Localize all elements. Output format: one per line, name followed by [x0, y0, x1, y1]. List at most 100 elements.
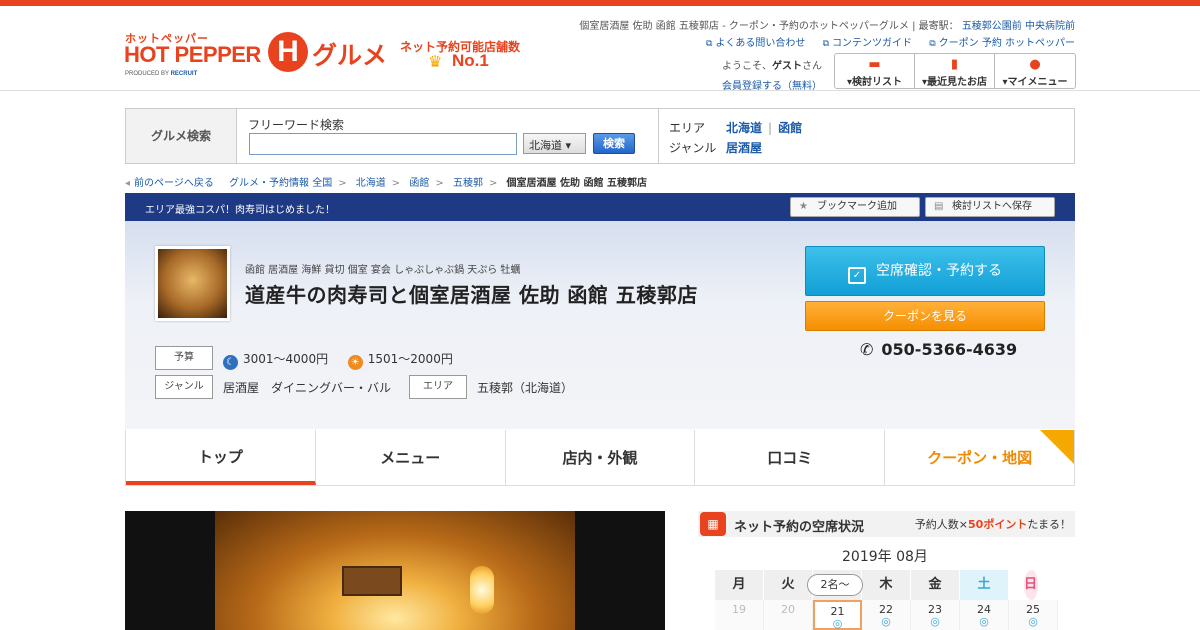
prefecture-select[interactable]: 北海道 ▾	[523, 133, 586, 154]
tab-coupon-map[interactable]: クーポン・地図 CHECK	[885, 430, 1074, 485]
logo-h-icon[interactable]: H	[268, 32, 308, 72]
area-label: エリア	[669, 121, 706, 135]
breadcrumb-separator: >	[338, 178, 347, 189]
moon-icon: ☾	[223, 355, 238, 370]
breadcrumb-item[interactable]: 北海道	[356, 178, 386, 189]
coupon-button[interactable]: クーポンを見る	[805, 301, 1045, 331]
list-icon: ▤	[934, 201, 944, 212]
search-box-label: グルメ検索	[126, 109, 237, 163]
consider-list-button[interactable]: ▬ ▾検討リスト	[835, 54, 915, 88]
link-arrow-icon: ⧉	[929, 39, 936, 49]
calendar-day[interactable]: 25 ◎	[1009, 600, 1058, 630]
star-icon: ★	[799, 201, 808, 212]
back-link-label: 前のページへ戻る	[134, 178, 214, 189]
points-note: 予約人数×50ポイントたまる！	[915, 516, 1071, 532]
dow-sat: 土	[960, 570, 1009, 600]
genre-link-izakaya[interactable]: 居酒屋	[726, 141, 762, 155]
available-mark: ◎	[881, 615, 891, 628]
phone-number[interactable]: ✆ 050-5366-4639	[860, 340, 1017, 359]
calendar-column: 木 22 ◎	[862, 570, 911, 630]
catch-copy: エリア最強コスパ！肉寿司はじめました！	[145, 205, 335, 216]
back-arrow-icon: ◂	[125, 178, 131, 189]
dow-tue: 火	[764, 570, 813, 600]
tab-interior[interactable]: 店内・外観	[506, 430, 696, 485]
available-mark: ◎	[930, 615, 940, 628]
available-mark: ◎	[979, 615, 989, 628]
calendar-column: 土 24 ◎	[960, 570, 1009, 630]
breadcrumb-item[interactable]: 五稜郭	[453, 178, 483, 189]
back-link[interactable]: ◂ 前のページへ戻る	[125, 178, 214, 189]
calendar-day[interactable]: 24 ◎	[960, 600, 1009, 630]
people-count-selector[interactable]: 2名〜	[807, 574, 863, 596]
link-arrow-icon: ⧉	[705, 39, 713, 49]
welcome-prefix: ようこそ、	[722, 61, 772, 72]
genre-tag: ジャンル	[155, 375, 213, 399]
gourmet-search-box: グルメ検索 フリーワード検索 北海道 ▾ 検索 エリア 北海道 | 函館 ジャンル 居酒…	[125, 108, 1075, 164]
breadcrumb-separator: >	[488, 178, 498, 189]
breadcrumb-separator: >	[391, 178, 401, 189]
shop-area: 五稜郭（北海道）	[477, 381, 574, 395]
phone-icon: ✆	[860, 340, 874, 359]
register-link[interactable]: 会員登録する（無料）	[722, 77, 822, 92]
budget-tag: 予算	[155, 346, 213, 370]
calendar-day: 19	[715, 600, 764, 630]
divider	[658, 109, 659, 163]
calendar-day-selected[interactable]: 21 ◎	[813, 600, 862, 630]
bookmark-label: ブックマーク追加	[817, 201, 897, 212]
reserve-button[interactable]: ✓ 空席確認・予約する	[805, 246, 1045, 296]
available-mark: ◎	[832, 617, 843, 630]
freeword-input[interactable]	[249, 133, 517, 155]
phone-number-text: 050-5366-4639	[881, 340, 1018, 359]
tab-reviews[interactable]: 口コミ	[695, 430, 886, 485]
calendar-day: 20	[764, 600, 813, 630]
my-menu-button[interactable]: ● ▾マイメニュー	[995, 54, 1075, 88]
area-tag: エリア	[409, 375, 467, 399]
calendar-day[interactable]: 23 ◎	[911, 600, 960, 630]
link-arrow-icon: ⧉	[822, 39, 830, 49]
vacancy-calendar: 月19 火20 水21◎ 木22◎ 金23◎ 土24◎ 日25◎	[715, 570, 1058, 630]
photo-interior	[215, 511, 575, 630]
tab-top[interactable]: トップ	[126, 430, 316, 485]
logo-gourmet[interactable]: グルメ	[312, 36, 387, 72]
breadcrumb-item[interactable]: グルメ・予約情報 全国	[229, 178, 332, 189]
area-link-hokkaido[interactable]: 北海道	[726, 121, 762, 135]
dow-fri: 金	[911, 570, 960, 600]
dow-mon: 月	[715, 570, 764, 600]
calendar-day[interactable]: 22 ◎	[862, 600, 911, 630]
guest-name: ゲスト	[772, 61, 802, 72]
logo-hotpepper[interactable]: HOT PEPPER	[124, 42, 261, 68]
save-list-button[interactable]: ▤ 検討リストへ保存	[925, 197, 1055, 217]
content-guide-label: コンテンツガイド	[832, 38, 913, 49]
coupon-reserve-label: クーポン 予約 ホットペッパー	[938, 38, 1075, 49]
area-link-hakodate[interactable]: 函館	[778, 121, 802, 135]
search-button[interactable]: 検索	[593, 133, 635, 154]
recent-shops-button[interactable]: ▮ ▾最近見たお店	[915, 54, 995, 88]
page-desc-text: 個室居酒屋 佐助 函館 五稜郭店 - クーポン・予約のホットペッパーグルメ	[579, 21, 909, 32]
shop-tabs: トップ メニュー 店内・外観 口コミ クーポン・地図 CHECK	[125, 430, 1075, 486]
shop-genre: 居酒屋 ダイニングバー・バル	[223, 381, 392, 395]
recruit-label: RECRUIT	[170, 71, 198, 77]
freeword-label: フリーワード検索	[248, 118, 345, 132]
coupon-reserve-link[interactable]: ⧉ クーポン 予約 ホットペッパー	[929, 38, 1075, 49]
breadcrumb: ◂ 前のページへ戻る グルメ・予約情報 全国 > 北海道 > 函館 > 五稜郭 > 個室居…	[125, 174, 647, 189]
save-list-label: 検討リストへ保存	[952, 201, 1032, 212]
shop-main-photo[interactable]	[125, 511, 665, 630]
cart-icon: ▬	[868, 57, 881, 72]
points-suffix: たまる！	[1027, 518, 1071, 531]
header-buttons: ▬ ▾検討リスト ▮ ▾最近見たお店 ● ▾マイメニュー	[834, 53, 1076, 89]
no1-badge: No.1	[452, 51, 489, 70]
shop-genre-keywords: 函館 居酒屋 海鮮 貸切 個室 宴会 しゃぶしゃぶ鍋 天ぷら 牡蠣	[245, 265, 521, 276]
calendar-column: 金 23 ◎	[911, 570, 960, 630]
calendar-column: 月 19	[715, 570, 764, 630]
shop-thumbnail[interactable]	[155, 246, 230, 321]
nearest-station-link[interactable]: 五稜郭公園前 中央病院前	[962, 21, 1075, 32]
bookmark-button[interactable]: ★ ブックマーク追加	[790, 197, 920, 217]
breadcrumb-item[interactable]: 函館	[409, 178, 429, 189]
dow-thu: 木	[862, 570, 911, 600]
faq-link[interactable]: ⧉ よくある問い合わせ	[706, 38, 805, 49]
tab-menu[interactable]: メニュー	[316, 430, 506, 485]
vacancy-header: ▦ ネット予約の空席状況 予約人数×50ポイントたまる！	[698, 511, 1075, 537]
content-guide-link[interactable]: ⧉ コンテンツガイド	[823, 38, 912, 49]
budget-values: ☾ 3001～4000円 ☀ 1501～2000円	[223, 350, 453, 370]
genre-label: ジャンル	[669, 141, 717, 155]
